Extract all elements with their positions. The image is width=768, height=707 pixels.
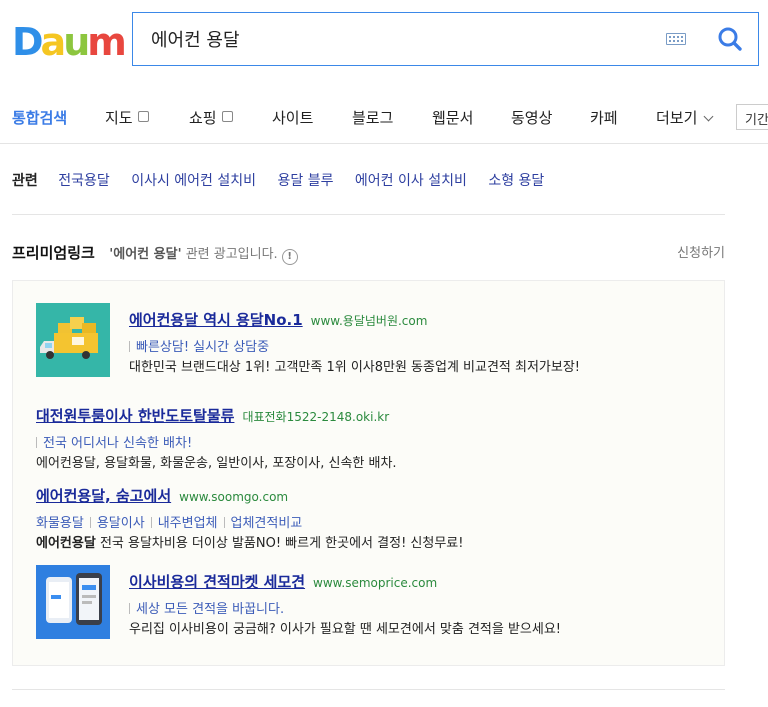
tab-label: 동영상 — [511, 109, 553, 127]
tab-label: 쇼핑 — [189, 109, 217, 127]
tab-site[interactable]: 사이트 — [272, 107, 313, 128]
tab-shopping[interactable]: 쇼핑 — [189, 107, 233, 128]
ad-description: 에어컨용달 전국 용달차비용 더이상 발품NO! 빠르게 한곳에서 결정! 신청… — [36, 535, 686, 552]
separator — [89, 517, 91, 528]
premium-link-header: 프리미엄링크 '에어컨 용달' 관련 광고입니다.! 신청하기 — [12, 242, 725, 265]
phone-app-icon[interactable] — [36, 565, 110, 639]
ad-subtitle: 빠른상담! 실시간 상담중 — [136, 340, 270, 355]
premium-query: '에어컨 용달' — [109, 247, 182, 262]
tab-all[interactable]: 통합검색 — [12, 107, 67, 128]
search-input[interactable] — [151, 26, 631, 52]
ad-url[interactable]: www.soomgo.com — [179, 490, 288, 504]
separator — [36, 437, 37, 448]
tab-label: 지도 — [105, 109, 133, 127]
ad-url[interactable]: www.semoprice.com — [313, 576, 437, 590]
logo-letter-u: u — [63, 20, 90, 64]
search-box — [132, 12, 759, 66]
logo-letter-a: a — [40, 20, 67, 64]
ad-url[interactable]: 대표전화1522-2148.oki.kr — [242, 410, 389, 424]
new-window-icon — [221, 111, 233, 122]
divider — [12, 689, 725, 690]
ad-sublink[interactable]: 내주변업체 — [158, 516, 218, 531]
separator — [150, 517, 152, 528]
premium-title: 프리미엄링크 — [12, 244, 95, 262]
ad-sublink[interactable]: 업체견적비교 — [231, 516, 303, 531]
separator — [129, 603, 130, 614]
premium-desc-text: 관련 광고입니다. — [181, 247, 278, 262]
tab-webdoc[interactable]: 웹문서 — [432, 107, 473, 128]
logo-letter-d: D — [12, 20, 44, 64]
tab-more[interactable]: 더보기 — [656, 107, 714, 128]
ad-item: 에어컨용달, 숨고에서 www.soomgo.com 화물용달 용달이사 내주변업체 업… — [36, 485, 686, 552]
tab-label: 더보기 — [656, 109, 698, 127]
daum-logo[interactable]: Daum — [12, 20, 127, 64]
truck-icon[interactable] — [36, 303, 110, 377]
ad-url[interactable]: www.용달넘버원.com — [311, 314, 428, 328]
related-searches: 관련 전국용달 이사시 에어컨 설치비 용달 블루 에어컨 이사 설치비 소형 … — [12, 170, 561, 190]
logo-letter-m: m — [87, 20, 127, 64]
separator — [223, 517, 225, 528]
ad-item: 대전원투룸이사 한반도토탈물류 대표전화1522-2148.oki.kr 전국 어… — [36, 405, 686, 472]
apply-ad-link[interactable]: 신청하기 — [677, 242, 725, 261]
search-icon[interactable] — [714, 23, 746, 55]
ad-description-text: 전국 용달차비용 더이상 발품NO! 빠르게 한곳에서 결정! 신청무료! — [95, 536, 464, 551]
separator — [129, 341, 130, 352]
ad-sublink[interactable]: 용달이사 — [97, 516, 145, 531]
ad-description: 에어컨용달, 용달화물, 화물운송, 일반이사, 포장이사, 신속한 배차. — [36, 456, 397, 471]
tab-map[interactable]: 지도 — [105, 107, 149, 128]
tab-cafe[interactable]: 카페 — [590, 107, 618, 128]
ad-title-link[interactable]: 이사비용의 견적마켓 세모견 — [129, 573, 305, 591]
ad-title-link[interactable]: 에어컨용달, 숨고에서 — [36, 487, 171, 505]
related-link[interactable]: 에어컨 이사 설치비 — [355, 173, 467, 189]
premium-ads: 에어컨용달 역시 용달No.1 www.용달넘버원.com 빠른상담! 실시간 상… — [12, 280, 725, 666]
related-label: 관련 — [12, 173, 38, 189]
ad-keyword: 에어컨용달 — [36, 536, 96, 551]
ad-subtitle: 전국 어디서나 신속한 배차! — [43, 436, 193, 451]
tab-blog[interactable]: 블로그 — [352, 107, 393, 128]
tab-video[interactable]: 동영상 — [511, 107, 552, 128]
tab-label: 웹문서 — [432, 109, 474, 127]
related-link[interactable]: 용달 블루 — [277, 173, 333, 189]
ad-title-link[interactable]: 에어컨용달 역시 용달No.1 — [129, 311, 303, 329]
related-link[interactable]: 전국용달 — [58, 173, 110, 189]
tab-label: 통합검색 — [12, 109, 68, 127]
ad-description: 대한민국 브랜드대상 1위! 고객만족 1위 이사8만원 동종업계 비교견적 최… — [129, 360, 581, 375]
new-window-icon — [137, 111, 149, 122]
period-button[interactable]: 기간 — [736, 104, 768, 130]
ad-sublink[interactable]: 화물용달 — [36, 516, 84, 531]
tab-label: 블로그 — [352, 109, 394, 127]
ad-title-link[interactable]: 대전원투룸이사 한반도토탈물류 — [36, 407, 234, 425]
divider — [12, 214, 725, 215]
info-icon[interactable]: ! — [281, 249, 298, 265]
search-tabs: 통합검색 지도 쇼핑 사이트 블로그 웹문서 동영상 카페 더보기 기간 — [0, 88, 768, 144]
header: Daum — [0, 0, 768, 88]
related-link[interactable]: 소형 용달 — [488, 173, 544, 189]
ad-description: 우리집 이사비용이 궁금해? 이사가 필요할 땐 세모견에서 맞춤 견적을 받으… — [129, 622, 562, 637]
related-link[interactable]: 이사시 에어컨 설치비 — [131, 173, 256, 189]
tab-label: 사이트 — [272, 109, 314, 127]
keyboard-icon[interactable] — [666, 33, 686, 45]
chevron-down-icon — [703, 111, 714, 122]
tab-label: 카페 — [590, 109, 618, 127]
premium-desc: '에어컨 용달' 관련 광고입니다. — [109, 247, 277, 262]
ad-subtitle: 세상 모든 견적을 바꿉니다. — [136, 602, 285, 617]
